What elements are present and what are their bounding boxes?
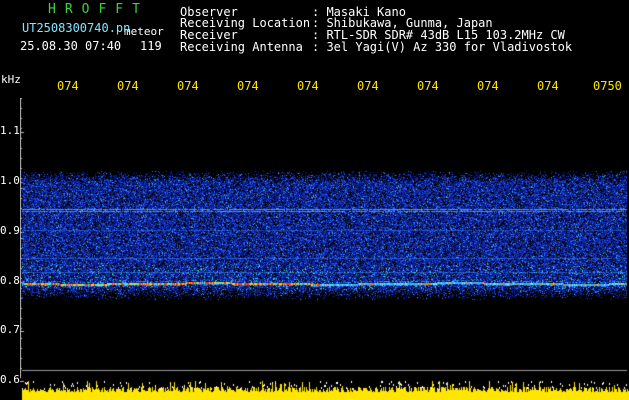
freq-tick-label: 0.9 [0, 224, 20, 237]
freq-tick-label: 0.8 [0, 274, 20, 287]
time-tick-label: 074 [357, 79, 379, 93]
spectrogram [20, 98, 629, 400]
freq-tick-label: 1.1 [0, 124, 20, 137]
app-title: HROFFT [48, 2, 149, 17]
meta-label-antenna: Receiving Antenna [180, 40, 303, 54]
time-tick-label: 074 [57, 79, 79, 93]
time-tick-label: 074 [117, 79, 139, 93]
freq-tick-label: 0.7 [0, 323, 20, 336]
unit-label: kHz [1, 73, 21, 86]
time-tick-label: 074 [237, 79, 259, 93]
meteor-label: meteor [124, 25, 164, 38]
time-tick-label: 074 [477, 79, 499, 93]
time-tick-label: 074 [177, 79, 199, 93]
filename: UT2508300740.pn [22, 21, 131, 35]
time-tick-label: 074 [537, 79, 559, 93]
meteor-count: 119 [140, 39, 162, 53]
datetime: 25.08.30 07:40 [20, 39, 122, 53]
time-tick-label: 074 [417, 79, 439, 93]
freq-tick-label: 0.6 [0, 373, 20, 386]
freq-tick-label: 1.0 [0, 174, 20, 187]
time-tick-label: 074 [297, 79, 319, 93]
meta-value-antenna: : 3el Yagi(V) Az 330 for Vladivostok [312, 40, 573, 54]
time-tick-label: 0750 [593, 79, 622, 93]
